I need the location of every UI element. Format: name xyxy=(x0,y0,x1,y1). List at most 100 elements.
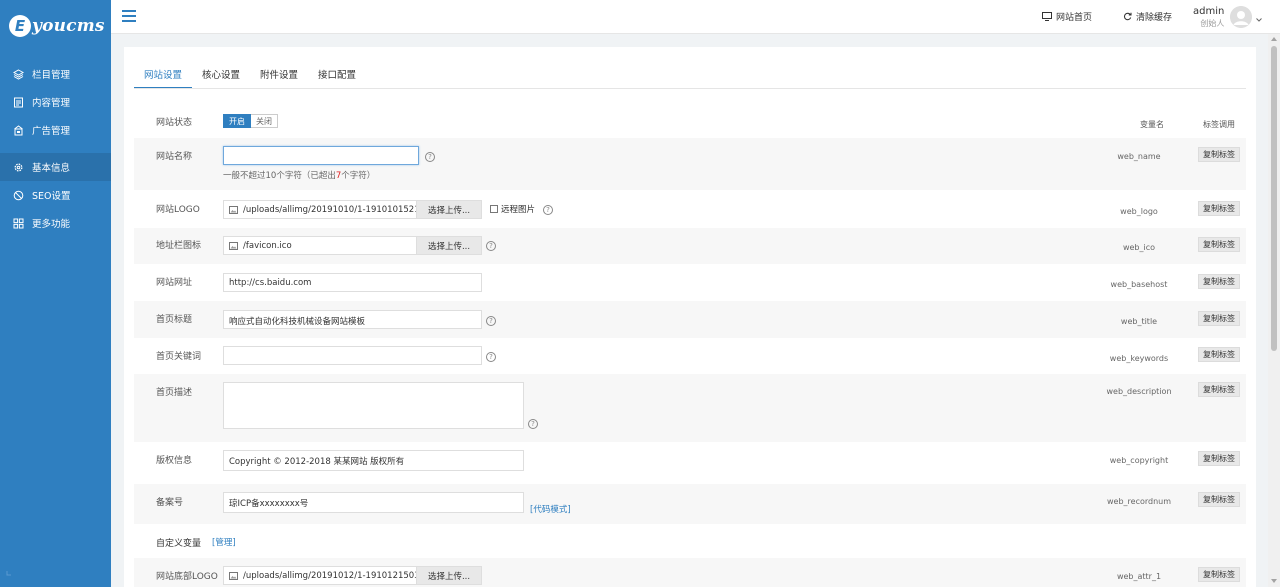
web-copyright-textarea[interactable]: Copyright © 2012-2018 某某网站 版权所有 xyxy=(223,450,524,471)
copy-tag-button[interactable]: 复制标签 xyxy=(1198,382,1240,397)
manage-link[interactable]: [管理] xyxy=(212,536,236,548)
settings-tabs: 网站设置 核心设置 附件设置 接口配置 xyxy=(134,61,366,89)
field-label: 地址栏图标 xyxy=(156,241,202,251)
tab-site-settings[interactable]: 网站设置 xyxy=(134,61,193,89)
copy-tag-button[interactable]: 复制标签 xyxy=(1198,451,1240,466)
column-tag-call: 标签调用 xyxy=(1203,120,1235,129)
upload-button[interactable]: 选择上传... xyxy=(416,201,481,218)
var-name: web_logo xyxy=(1120,207,1158,216)
help-icon[interactable]: ? xyxy=(486,241,496,251)
image-icon xyxy=(229,205,238,214)
copy-tag-button[interactable]: 复制标签 xyxy=(1198,311,1240,326)
page-scrollbar[interactable] xyxy=(1268,34,1280,587)
row-custom-vars: 自定义变量 [管理] xyxy=(134,524,1246,558)
scroll-up-arrow-icon[interactable] xyxy=(1271,37,1277,41)
sidebar-item-basic-info[interactable]: 基本信息 xyxy=(0,153,111,181)
var-name: web_keywords xyxy=(1109,354,1169,363)
refresh-icon xyxy=(1123,12,1132,21)
row-web-logo: 网站LOGO /uploads/allimg/20191010/1-191010… xyxy=(134,191,1246,228)
sidebar-item-column-manage[interactable]: 栏目管理 xyxy=(0,60,111,88)
remote-image-checkbox[interactable]: 远程图片 xyxy=(490,203,535,215)
help-icon[interactable]: ? xyxy=(486,316,496,326)
copy-tag-button[interactable]: 复制标签 xyxy=(1198,567,1240,582)
var-name: web_attr_1 xyxy=(1116,572,1162,581)
help-icon[interactable]: ? xyxy=(543,205,553,215)
sidebar-item-ad-manage[interactable]: 广告管理 xyxy=(0,116,111,144)
field-label: 备案号 xyxy=(156,498,184,508)
document-icon xyxy=(13,97,24,108)
row-site-status: 网站状态 开启 关闭 变量名 标签调用 xyxy=(134,105,1246,138)
site-status-toggle[interactable]: 开启 关闭 xyxy=(223,114,278,128)
help-icon[interactable]: ? xyxy=(528,419,538,429)
copy-tag-button[interactable]: 复制标签 xyxy=(1198,347,1240,362)
sidebar-item-label: 更多功能 xyxy=(32,219,71,230)
sidebar-item-label: SEO设置 xyxy=(32,191,71,202)
row-web-title: 首页标题 响应式自动化科技机械设备网站模板 ? web_title 复制标签 xyxy=(134,301,1246,338)
scroll-down-arrow-icon[interactable] xyxy=(1271,579,1277,583)
upload-button[interactable]: 选择上传... xyxy=(416,237,481,254)
gear-icon xyxy=(13,162,24,173)
custom-vars-label: 自定义变量 xyxy=(156,539,202,549)
site-home-link[interactable]: 网站首页 xyxy=(1042,10,1092,23)
field-label: 网站名称 xyxy=(156,152,193,162)
var-name: web_ico xyxy=(1122,243,1156,252)
web-logo-input[interactable]: /uploads/allimg/20191010/1-1910101521 xyxy=(224,201,416,218)
help-icon[interactable]: ? xyxy=(425,152,435,162)
menu-toggle-icon[interactable] xyxy=(122,10,136,22)
clear-cache-link[interactable]: 清除缓存 xyxy=(1123,10,1172,23)
chevron-down-icon[interactable] xyxy=(1256,15,1262,24)
web-attr-1-upload: /uploads/allimg/20191012/1-1910121503 选择… xyxy=(223,566,482,585)
var-name: web_recordnum xyxy=(1106,497,1172,506)
row-web-ico: 地址栏图标 /favicon.ico 选择上传... ? web_ico 复制标… xyxy=(134,228,1246,264)
avatar[interactable] xyxy=(1230,6,1252,28)
help-icon[interactable]: ? xyxy=(486,352,496,362)
row-web-attr-1: 网站底部LOGO /uploads/allimg/20191012/1-1910… xyxy=(134,558,1246,587)
monitor-icon xyxy=(1042,12,1052,21)
web-name-input[interactable] xyxy=(223,146,419,165)
tab-core-settings[interactable]: 核心设置 xyxy=(192,61,250,89)
copy-tag-button[interactable]: 复制标签 xyxy=(1198,201,1240,216)
web-logo-upload: /uploads/allimg/20191010/1-1910101521 选择… xyxy=(223,200,482,219)
web-attr-1-input[interactable]: /uploads/allimg/20191012/1-1910121503 xyxy=(224,567,416,584)
web-title-input[interactable]: 响应式自动化科技机械设备网站模板 xyxy=(223,310,482,329)
copy-tag-button[interactable]: 复制标签 xyxy=(1198,237,1240,252)
row-web-recordnum: 备案号 琼ICP备xxxxxxxx号 [代码模式] web_recordnum … xyxy=(134,484,1246,524)
var-name: web_description xyxy=(1106,387,1172,396)
web-ico-upload: /favicon.ico 选择上传... xyxy=(223,236,482,255)
field-label: 版权信息 xyxy=(156,456,193,466)
copy-tag-button[interactable]: 复制标签 xyxy=(1198,492,1240,507)
upload-button[interactable]: 选择上传... xyxy=(416,567,481,584)
user-name: admin xyxy=(1193,6,1225,17)
row-web-basehost: 网站网址 http://cs.baidu.com web_basehost 复制… xyxy=(134,264,1246,301)
web-description-textarea[interactable] xyxy=(223,382,524,429)
copy-tag-button[interactable]: 复制标签 xyxy=(1198,274,1240,289)
field-label: 网站状态 xyxy=(156,118,193,128)
tab-api-config[interactable]: 接口配置 xyxy=(308,61,366,89)
status-off-button[interactable]: 关闭 xyxy=(251,114,278,128)
field-label: 首页标题 xyxy=(156,315,193,325)
logo-text: youcms xyxy=(32,16,105,36)
status-on-button[interactable]: 开启 xyxy=(223,114,251,128)
sidebar-item-seo[interactable]: SEO设置 xyxy=(0,181,111,209)
web-keywords-input[interactable] xyxy=(223,346,482,365)
code-mode-link[interactable]: [代码模式] xyxy=(530,503,571,515)
tab-attachment-settings[interactable]: 附件设置 xyxy=(250,61,308,89)
web-ico-input[interactable]: /favicon.ico xyxy=(224,237,416,254)
image-icon xyxy=(229,241,238,250)
settings-panel: 网站设置 核心设置 附件设置 接口配置 网站状态 开启 关闭 变量名 标签调用 … xyxy=(124,47,1256,587)
var-name: web_copyright xyxy=(1109,456,1169,465)
collapse-icon[interactable] xyxy=(6,569,12,576)
user-info[interactable]: admin 创始人 xyxy=(1193,6,1224,29)
sidebar-item-more[interactable]: 更多功能 xyxy=(0,209,111,237)
web-basehost-input[interactable]: http://cs.baidu.com xyxy=(223,273,482,292)
logo[interactable]: E youcms xyxy=(0,0,111,52)
row-web-copyright: 版权信息 Copyright © 2012-2018 某某网站 版权所有 web… xyxy=(134,442,1246,484)
sidebar-item-content-manage[interactable]: 内容管理 xyxy=(0,88,111,116)
sidebar-item-label: 栏目管理 xyxy=(32,70,71,81)
row-web-keywords: 首页关键词 ? web_keywords 复制标签 xyxy=(134,338,1246,374)
scroll-thumb[interactable] xyxy=(1271,46,1277,351)
field-label: 首页关键词 xyxy=(156,352,202,362)
copy-tag-button[interactable]: 复制标签 xyxy=(1198,147,1240,162)
web-recordnum-textarea[interactable]: 琼ICP备xxxxxxxx号 xyxy=(223,492,524,513)
grid-icon xyxy=(13,218,24,229)
